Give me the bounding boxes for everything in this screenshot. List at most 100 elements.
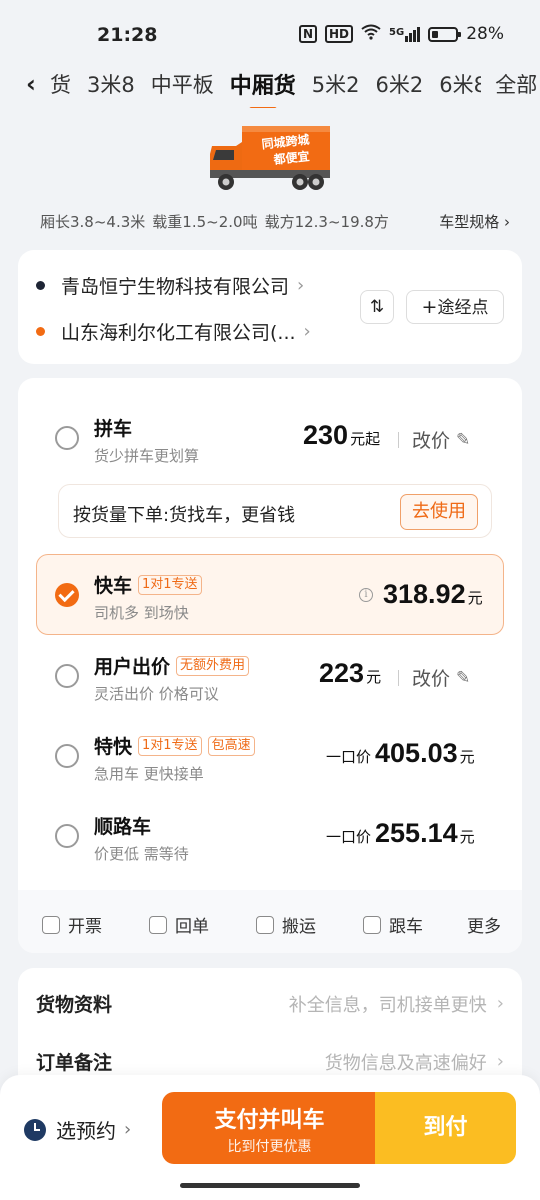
express-price-value: 318.92 — [383, 579, 466, 609]
radio-carpool[interactable] — [55, 426, 79, 450]
spec-volume: 载方12.3~19.8方 — [264, 212, 389, 231]
option-express-selected[interactable]: 快车 1对1专送 司机多 到场快 i 318.92 元 — [36, 554, 504, 635]
bottom-action-bar: 选预约 › 支付并叫车 比到付更优惠 到付 — [0, 1075, 540, 1200]
radio-user-bid[interactable] — [55, 664, 79, 688]
tab-partial-cargo[interactable]: 货 — [50, 69, 71, 99]
promo-use-button[interactable]: 去使用 — [400, 494, 478, 530]
promo-banner: 按货量下单:货找车，更省钱 去使用 — [58, 484, 492, 538]
option-user-bid-sub: 灵活出价 价格可议 — [94, 685, 219, 703]
signal-type: 5G — [389, 26, 405, 38]
home-indicator[interactable] — [180, 1183, 360, 1188]
option-super-express[interactable]: 特快 1对1专送 包高速 急用车 更快接单 一口价 405.03 元 — [18, 718, 522, 798]
service-carry-label: 搬运 — [282, 917, 316, 937]
user-bid-name: 用户出价 — [94, 656, 171, 678]
back-chevron-icon[interactable]: ‹ — [26, 72, 52, 96]
service-follow[interactable]: 跟车 — [363, 912, 423, 937]
services-more[interactable]: 更多 — [467, 912, 501, 937]
chevron-right-icon: › — [496, 1051, 504, 1072]
dropoff-address: 山东海利尔化工有限公司(... — [61, 322, 296, 344]
battery-icon — [428, 26, 462, 42]
on-the-way-price-value: 255.14 — [375, 818, 458, 848]
carpool-price: 230 元起 — [303, 420, 380, 451]
tab-3m8[interactable]: 3米8 — [87, 69, 135, 99]
option-carpool-sub: 货少拼车更划算 — [94, 447, 200, 465]
express-price-unit: 元 — [467, 589, 483, 607]
carpool-price-unit: 元起 — [350, 430, 381, 448]
nfc-icon: N — [298, 25, 318, 43]
option-user-bid-name: 用户出价 无额外费用 — [94, 652, 250, 679]
tab-medium-flatbed[interactable]: 中平板 — [151, 69, 214, 99]
option-carpool-name: 拼车 — [94, 418, 133, 440]
checkbox-receipt[interactable] — [149, 915, 167, 934]
on-the-way-price: 一口价 255.14 元 — [326, 818, 475, 849]
user-bid-edit-price[interactable]: 改价 ✎ — [398, 664, 470, 691]
tab-6m8[interactable]: 6米8 — [439, 69, 481, 99]
fixed-price-prefix: 一口价 — [326, 828, 372, 846]
user-bid-tag: 无额外费用 — [176, 655, 250, 676]
option-carpool[interactable]: 拼车 货少拼车更划算 230 元起 改价 ✎ — [18, 378, 522, 478]
pickup-dot-icon — [36, 281, 45, 290]
order-note-label: 订单备注 — [36, 1052, 113, 1074]
info-icon[interactable]: i — [359, 587, 373, 602]
checkbox-invoice[interactable] — [42, 915, 60, 934]
checkbox-follow[interactable] — [363, 915, 381, 934]
super-express-price-unit: 元 — [459, 748, 475, 766]
tab-medium-box-truck[interactable]: 中厢货 — [230, 68, 296, 108]
promo-text: 按货量下单:货找车，更省钱 — [73, 505, 296, 526]
on-the-way-price-unit: 元 — [459, 828, 475, 846]
pay-and-call-button[interactable]: 支付并叫车 比到付更优惠 — [162, 1092, 377, 1164]
service-invoice-label: 开票 — [68, 917, 102, 937]
carpool-edit-price[interactable]: 改价 ✎ — [398, 426, 470, 453]
goods-info-row[interactable]: 货物资料 补全信息，司机接单更快 › — [36, 990, 504, 1017]
clock-icon — [24, 1118, 46, 1141]
edit-price-label: 改价 — [412, 430, 451, 452]
radio-on-the-way[interactable] — [55, 824, 79, 848]
express-price: i 318.92 元 — [359, 579, 483, 610]
option-user-bid[interactable]: 用户出价 无额外费用 灵活出价 价格可议 223 元 改价 ✎ — [18, 638, 522, 718]
order-note-row[interactable]: 订单备注 货物信息及高速偏好 › — [36, 1048, 504, 1075]
signal-icon: 5G — [389, 26, 421, 42]
super-express-tag-1: 1对1专送 — [138, 735, 202, 756]
vehicle-spec-link[interactable]: 车型规格 › — [439, 211, 510, 232]
option-on-the-way-sub: 价更低 需等待 — [94, 845, 189, 863]
vehicle-type-tabs: ‹ 货 3米8 中平板 中厢货 5米2 6米2 6米8 全部 — [0, 60, 540, 108]
service-receipt-label: 回单 — [175, 917, 209, 937]
checkbox-carry[interactable] — [256, 915, 274, 934]
schedule-button[interactable]: 选预约 › — [24, 1115, 131, 1144]
goods-info-label: 货物资料 — [36, 994, 113, 1016]
super-express-name: 特快 — [94, 736, 133, 758]
express-name: 快车 — [94, 575, 133, 597]
add-waypoint-button[interactable]: +途经点 — [406, 290, 504, 324]
carpool-price-value: 230 — [303, 420, 349, 450]
user-bid-price-value: 223 — [319, 658, 365, 688]
fixed-price-prefix: 一口价 — [326, 748, 372, 766]
goods-info-hint: 补全信息，司机接单更快 — [288, 994, 487, 1016]
service-invoice[interactable]: 开票 — [42, 912, 102, 937]
chevron-right-icon: › — [303, 321, 311, 342]
tab-5m2[interactable]: 5米2 — [312, 69, 360, 99]
pickup-address-row[interactable]: 青岛恒宁生物科技有限公司 › — [36, 272, 304, 299]
option-on-the-way[interactable]: 顺路车 价更低 需等待 一口价 255.14 元 — [18, 798, 522, 878]
schedule-label: 选预约 — [56, 1119, 116, 1143]
service-follow-label: 跟车 — [389, 917, 423, 937]
extra-services-bar: 开票 回单 搬运 跟车 更多 — [18, 890, 522, 953]
option-on-the-way-name: 顺路车 — [94, 816, 152, 838]
service-receipt[interactable]: 回单 — [149, 912, 209, 937]
wifi-icon — [361, 24, 381, 44]
spec-length: 厢长3.8~4.3米 — [40, 212, 146, 231]
pencil-icon: ✎ — [456, 429, 471, 450]
service-carry[interactable]: 搬运 — [256, 912, 316, 937]
spec-load: 载重1.5~2.0吨 — [152, 212, 258, 231]
tab-all[interactable]: 全部 — [495, 69, 538, 99]
pickup-address: 青岛恒宁生物科技有限公司 — [61, 276, 290, 298]
vehicle-spec: 厢长3.8~4.3米 载重1.5~2.0吨 载方12.3~19.8方 车型规格 … — [40, 210, 510, 232]
swap-icon: ⇅ — [369, 297, 385, 317]
divider — [398, 669, 399, 686]
dropoff-address-row[interactable]: 山东海利尔化工有限公司(... › — [36, 318, 311, 345]
cash-on-delivery-button[interactable]: 到付 — [375, 1092, 516, 1164]
tab-6m2[interactable]: 6米2 — [375, 69, 423, 99]
swap-address-button[interactable]: ⇅ — [360, 290, 394, 324]
truck-illustration: 同城跨城 都便宜 — [208, 124, 332, 192]
radio-express-checked[interactable] — [55, 583, 79, 607]
radio-super-express[interactable] — [55, 744, 79, 768]
